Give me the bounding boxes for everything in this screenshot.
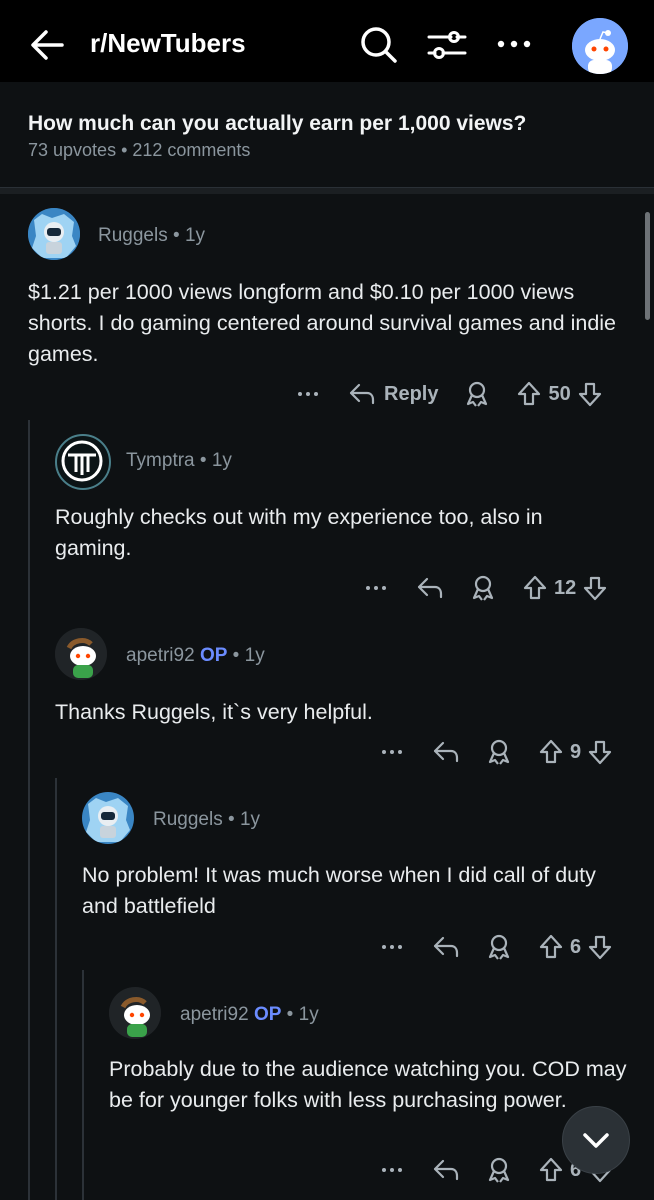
comment-actions: 6 bbox=[380, 932, 613, 962]
reply-icon[interactable] bbox=[432, 739, 460, 765]
upvote-icon[interactable] bbox=[516, 380, 542, 408]
vote-score: 6 bbox=[570, 935, 582, 958]
avatar[interactable] bbox=[109, 987, 161, 1039]
thread-line bbox=[28, 420, 30, 1200]
avatar[interactable] bbox=[28, 208, 80, 260]
scrollbar[interactable] bbox=[645, 212, 650, 320]
comment-author[interactable]: apetri92 OP • 1y bbox=[180, 1004, 319, 1026]
top-bar: r/NewTubers bbox=[0, 0, 654, 82]
user-avatar[interactable] bbox=[572, 18, 628, 74]
divider bbox=[0, 187, 654, 194]
vote-score: 50 bbox=[548, 382, 571, 405]
filter-icon[interactable] bbox=[426, 24, 467, 64]
reply-icon[interactable] bbox=[432, 1157, 460, 1183]
avatar[interactable] bbox=[55, 628, 107, 680]
comment-body: Roughly checks out with my experience to… bbox=[55, 505, 543, 560]
comment-actions: 12 bbox=[364, 573, 608, 603]
scroll-down-button[interactable] bbox=[562, 1106, 630, 1174]
more-icon[interactable] bbox=[296, 382, 320, 406]
award-icon[interactable] bbox=[486, 1156, 512, 1184]
comment-author[interactable]: Ruggels • 1y bbox=[98, 225, 205, 247]
avatar[interactable] bbox=[55, 434, 111, 490]
post-meta: 73 upvotes • 212 comments bbox=[28, 140, 251, 160]
reply-button[interactable]: Reply bbox=[384, 383, 438, 406]
comment-body: Thanks Ruggels, it`s very helpful. bbox=[55, 700, 373, 724]
reply-icon[interactable] bbox=[432, 934, 460, 960]
vote-score: 12 bbox=[554, 576, 577, 599]
more-icon[interactable] bbox=[380, 1158, 404, 1182]
comment-actions: 9 bbox=[380, 737, 613, 767]
reply-icon[interactable] bbox=[416, 575, 444, 601]
upvote-icon[interactable] bbox=[538, 933, 564, 961]
upvote-icon[interactable] bbox=[538, 1156, 564, 1184]
thread-line bbox=[82, 970, 84, 1200]
comment-author[interactable]: apetri92 OP • 1y bbox=[126, 645, 265, 667]
award-icon[interactable] bbox=[464, 380, 490, 408]
post-title[interactable]: How much can you actually earn per 1,000… bbox=[28, 112, 526, 136]
more-icon[interactable] bbox=[494, 24, 534, 64]
downvote-icon[interactable] bbox=[582, 574, 608, 602]
comment-body: No problem! It was much worse when I did… bbox=[82, 863, 596, 918]
more-icon[interactable] bbox=[380, 935, 404, 959]
upvote-icon[interactable] bbox=[522, 574, 548, 602]
thread-line bbox=[55, 778, 57, 1200]
avatar[interactable] bbox=[82, 792, 134, 844]
subreddit-name[interactable]: r/NewTubers bbox=[90, 28, 246, 59]
comment-body: $1.21 per 1000 views longform and $0.10 … bbox=[28, 280, 617, 366]
comment-body: Probably due to the audience watching yo… bbox=[109, 1057, 627, 1112]
more-icon[interactable] bbox=[380, 740, 404, 764]
award-icon[interactable] bbox=[486, 738, 512, 766]
downvote-icon[interactable] bbox=[577, 380, 603, 408]
award-icon[interactable] bbox=[486, 933, 512, 961]
upvote-icon[interactable] bbox=[538, 738, 564, 766]
vote-score: 9 bbox=[570, 740, 582, 763]
comment-author[interactable]: Tymptra • 1y bbox=[126, 450, 232, 472]
back-arrow-icon[interactable] bbox=[26, 24, 68, 66]
comment-actions: Reply 50 bbox=[296, 379, 603, 409]
more-icon[interactable] bbox=[364, 576, 388, 600]
reply-icon[interactable] bbox=[348, 381, 376, 407]
award-icon[interactable] bbox=[470, 574, 496, 602]
downvote-icon[interactable] bbox=[587, 738, 613, 766]
search-icon[interactable] bbox=[358, 24, 398, 64]
comment-author[interactable]: Ruggels • 1y bbox=[153, 809, 260, 831]
chevron-down-icon bbox=[583, 1133, 609, 1148]
downvote-icon[interactable] bbox=[587, 933, 613, 961]
